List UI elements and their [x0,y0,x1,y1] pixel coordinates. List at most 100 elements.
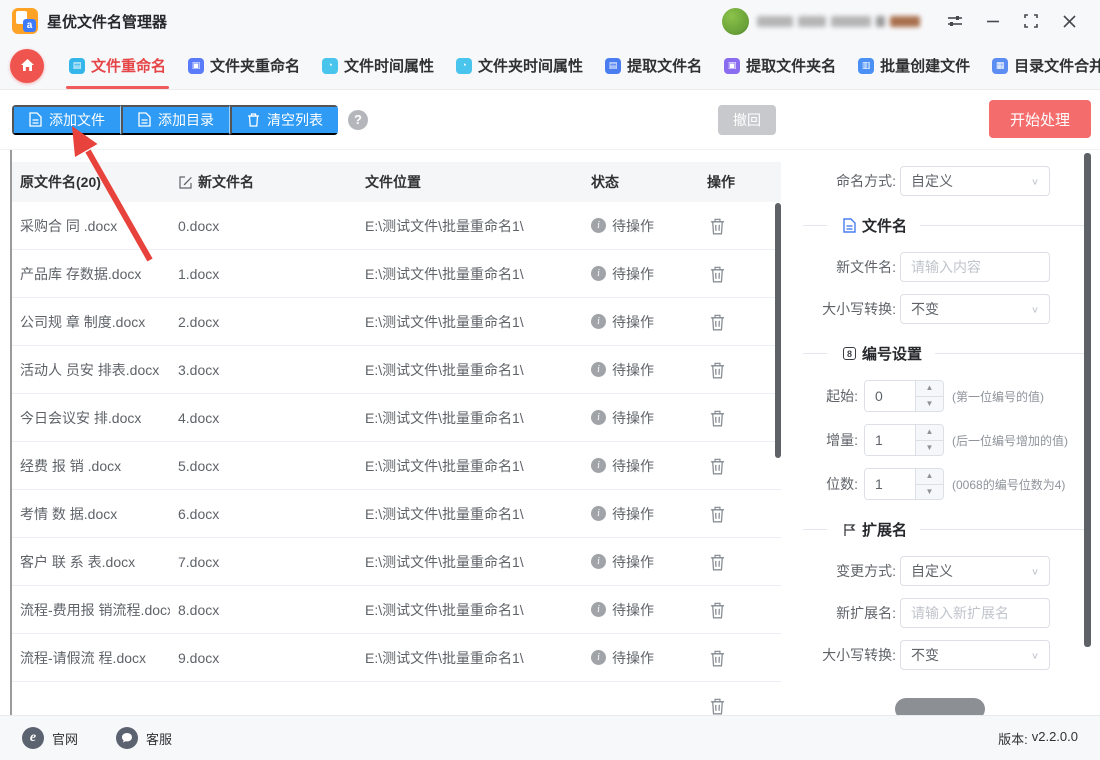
home-button[interactable] [10,49,44,83]
cell-original-name: 今日会议安 排.docx [12,408,170,428]
start-process-button[interactable]: 开始处理 [989,100,1091,138]
cell-location: E:\测试文件\批量重命名1\ [357,456,583,476]
new-ext-input[interactable] [900,598,1050,628]
cell-original-name: 产品库 存数据.docx [12,264,170,284]
chevron-down-icon: ∨ [1031,304,1039,314]
naming-mode-label: 命名方式: [790,171,896,191]
delete-row-button[interactable] [707,359,728,381]
spin-down-button[interactable]: ▼ [916,397,943,412]
cell-location: E:\测试文件\批量重命名1\ [357,600,583,620]
delete-row-button[interactable] [707,695,728,716]
naming-mode-select[interactable]: 自定义 ∨ [900,166,1050,196]
increment-stepper: 1 ▲ ▼ [864,424,944,456]
file-icon [138,112,151,127]
user-avatar[interactable] [722,8,749,35]
support-link[interactable]: 客服 [116,727,172,749]
settings-sliders-icon[interactable] [936,6,974,36]
case-convert-label: 大小写转换: [790,299,896,319]
cell-status: i 待操作 [583,312,699,332]
file-table: 原文件名(20) 新文件名 文件位置 状态 操作 采购合 同 .docx 0.d… [12,162,781,715]
delete-row-button[interactable] [707,215,728,237]
close-button[interactable] [1050,6,1088,36]
trash-icon [709,409,726,427]
table-row: 活动人 员安 排表.docx 3.docx E:\测试文件\批量重命名1\ i … [12,346,781,394]
delete-row-button[interactable] [707,551,728,573]
cell-action [699,263,781,285]
delete-row-button[interactable] [707,599,728,621]
delete-row-button[interactable] [707,407,728,429]
panel-scrollbar[interactable] [1084,153,1091,647]
section-numbering: 8 编号设置 [803,343,1100,364]
cell-original-name: 采购合 同 .docx [12,216,170,236]
cell-location: E:\测试文件\批量重命名1\ [357,216,583,236]
info-icon: i [591,314,606,329]
spin-up-button[interactable]: ▲ [916,469,943,485]
settings-panel: 命名方式: 自定义 ∨ 文件名 新文件名: 大小写转换: 不变 ∨ 8 编号设置… [790,150,1100,715]
maximize-button[interactable] [1012,6,1050,36]
chat-icon [116,727,138,749]
ext-case-select[interactable]: 不变 ∨ [900,640,1050,670]
file-icon [29,112,42,127]
cell-status: i 待操作 [583,264,699,284]
tab-文件时间属性[interactable]: ◔ 文件时间属性 [311,42,445,89]
section-filename: 文件名 [803,215,1100,236]
cell-original-name: 活动人 员安 排表.docx [12,360,170,380]
table-row: 公司规 章 制度.docx 2.docx E:\测试文件\批量重命名1\ i 待… [12,298,781,346]
cell-location: E:\测试文件\批量重命名1\ [357,360,583,380]
tab-bar: ▤ 文件重命名 ▣ 文件夹重命名 ◔ 文件时间属性 ◔ 文件夹时间属性 ▤ 提取… [0,42,1100,90]
spin-down-button[interactable]: ▼ [916,441,943,456]
clear-list-button[interactable]: 清空列表 [230,105,338,135]
section-extension: 扩展名 [803,519,1100,540]
ext-mode-select[interactable]: 自定义 ∨ [900,556,1050,586]
delete-row-button[interactable] [707,455,728,477]
digits-note: (0068的编号位数为4) [952,476,1065,493]
digits-stepper: 1 ▲ ▼ [864,468,944,500]
spin-up-button[interactable]: ▲ [916,381,943,397]
cell-location: E:\测试文件\批量重命名1\ [357,408,583,428]
tab-文件夹重命名[interactable]: ▣ 文件夹重命名 [177,42,311,89]
cell-status: i 待操作 [583,648,699,668]
user-name-blurred [757,16,920,27]
trash-icon [709,553,726,571]
delete-row-button[interactable] [707,647,728,669]
cell-location: E:\测试文件\批量重命名1\ [357,264,583,284]
website-link[interactable]: e 官网 [22,727,78,749]
help-icon[interactable]: ? [348,110,368,130]
tabs: ▤ 文件重命名 ▣ 文件夹重命名 ◔ 文件时间属性 ◔ 文件夹时间属性 ▤ 提取… [58,42,1100,89]
tab-提取文件夹名[interactable]: ▣ 提取文件夹名 [713,42,847,89]
tab-文件夹时间属性[interactable]: ◔ 文件夹时间属性 [445,42,594,89]
number-badge-icon: 8 [843,347,856,360]
tab-文件重命名[interactable]: ▤ 文件重命名 [58,42,177,89]
delete-row-button[interactable] [707,311,728,333]
delete-row-button[interactable] [707,263,728,285]
flag-icon [843,523,856,537]
trash-icon [709,505,726,523]
table-row: 产品库 存数据.docx 1.docx E:\测试文件\批量重命名1\ i 待操… [12,250,781,298]
trash-icon [709,697,726,715]
file-rename-icon: ▤ [69,58,85,74]
minimize-button[interactable] [974,6,1012,36]
case-convert-select[interactable]: 不变 ∨ [900,294,1050,324]
trash-icon [709,265,726,283]
tab-提取文件名[interactable]: ▤ 提取文件名 [594,42,713,89]
spin-down-button[interactable]: ▼ [916,485,943,500]
tab-目录文件合并/提取[interactable]: ▦ 目录文件合并/提取 [981,42,1100,89]
spin-up-button[interactable]: ▲ [916,425,943,441]
new-filename-input[interactable] [900,252,1050,282]
extract-filename-icon: ▤ [605,58,621,74]
undo-button[interactable]: 撤回 [718,105,776,135]
tab-批量创建文件[interactable]: ▥ 批量创建文件 [847,42,981,89]
table-scrollbar[interactable] [775,203,781,458]
ext-case-label: 大小写转换: [790,645,896,665]
cell-new-name: 8.docx [170,602,357,618]
cell-original-name: 流程-费用报 销流程.docx [12,600,170,620]
cell-location: E:\测试文件\批量重命名1\ [357,648,583,668]
increment-note: (后一位编号增加的值) [952,432,1068,449]
column-new-name: 新文件名 [170,172,357,192]
cell-location: E:\测试文件\批量重命名1\ [357,504,583,524]
delete-row-button[interactable] [707,503,728,525]
cell-original-name: 考情 数 据.docx [12,504,170,524]
column-original-name: 原文件名(20) [12,172,170,192]
add-directory-button[interactable]: 添加目录 [121,105,230,135]
add-file-button[interactable]: 添加文件 [12,105,121,135]
